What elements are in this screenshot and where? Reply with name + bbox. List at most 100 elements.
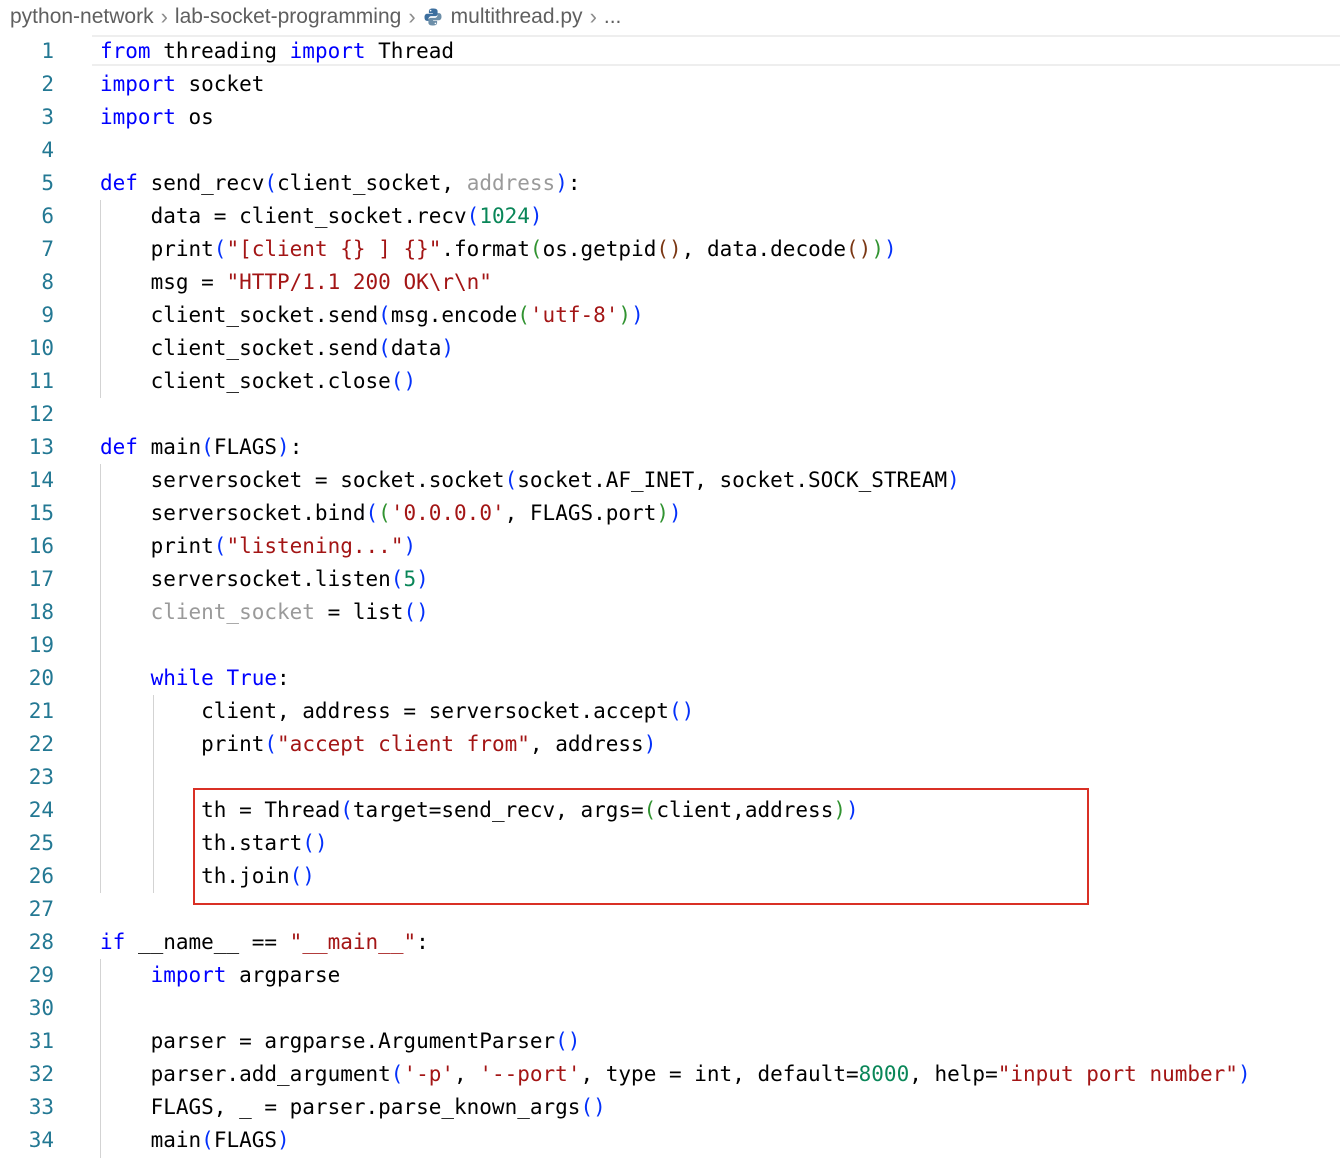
code-token: () bbox=[580, 1095, 606, 1119]
line-number: 15 bbox=[28, 501, 54, 525]
code-token: : bbox=[277, 666, 290, 690]
code-line[interactable]: 30 bbox=[0, 992, 1340, 1025]
code-token: = list bbox=[314, 600, 404, 624]
code-text: print("listening...") bbox=[100, 530, 417, 563]
code-token: address bbox=[466, 171, 556, 195]
code-line[interactable]: 28 if __name__ == "__main__": bbox=[0, 926, 1340, 959]
code-line[interactable]: 34 main(FLAGS) bbox=[0, 1124, 1340, 1157]
line-number: 12 bbox=[28, 402, 54, 426]
code-line[interactable]: 9 client_socket.send(msg.encode('utf-8')… bbox=[0, 299, 1340, 332]
code-text: parser.add_argument('-p', '--port', type… bbox=[100, 1058, 1251, 1091]
code-line[interactable]: 29 import argparse bbox=[0, 959, 1340, 992]
code-token: print bbox=[100, 237, 214, 261]
code-token: msg.encode bbox=[390, 303, 518, 327]
code-text: print("accept client from", address) bbox=[100, 728, 656, 761]
code-line[interactable]: 12 bbox=[0, 398, 1340, 431]
code-token: () bbox=[846, 237, 872, 261]
code-token: ) bbox=[277, 1128, 290, 1152]
code-line[interactable]: 7 print("[client {} ] {}".format(os.getp… bbox=[0, 233, 1340, 266]
code-token: ( bbox=[365, 501, 379, 525]
code-text: client_socket = list() bbox=[100, 596, 429, 629]
breadcrumb-folder-lab-socket-programming[interactable]: lab-socket-programming bbox=[175, 5, 401, 29]
code-line[interactable]: 3 import os bbox=[0, 101, 1340, 134]
code-token: () bbox=[390, 369, 417, 393]
code-line[interactable]: 13 def main(FLAGS): bbox=[0, 431, 1340, 464]
code-line[interactable]: 10 client_socket.send(data) bbox=[0, 332, 1340, 365]
code-line[interactable]: 1 from threading import Thread bbox=[0, 35, 1340, 68]
code-token: print bbox=[100, 732, 265, 756]
code-token: print bbox=[100, 534, 214, 558]
line-number: 23 bbox=[28, 765, 54, 789]
code-text: import argparse bbox=[100, 959, 341, 992]
code-line[interactable]: 17 serversocket.listen(5) bbox=[0, 563, 1340, 596]
code-token: def bbox=[100, 435, 138, 459]
code-token: ( bbox=[466, 204, 480, 228]
code-token: client_socket.send bbox=[100, 303, 379, 327]
code-line[interactable]: 20 while True: bbox=[0, 662, 1340, 695]
code-line[interactable]: 14 serversocket = socket.socket(socket.A… bbox=[0, 464, 1340, 497]
code-line[interactable]: 18 client_socket = list() bbox=[0, 596, 1340, 629]
code-token: parser.add_argument bbox=[100, 1062, 391, 1086]
code-token: ) bbox=[1237, 1062, 1251, 1086]
code-token: import bbox=[100, 105, 176, 129]
code-line[interactable]: 32 parser.add_argument('-p', '--port', t… bbox=[0, 1058, 1340, 1091]
code-token: , bbox=[454, 1062, 480, 1086]
code-token: , data.decode bbox=[681, 237, 847, 261]
code-line[interactable]: 11 client_socket.close() bbox=[0, 365, 1340, 398]
annotation-highlight-box bbox=[193, 788, 1089, 905]
code-line[interactable]: 16 print("listening...") bbox=[0, 530, 1340, 563]
code-line[interactable]: 8 msg = "HTTP/1.1 200 OK\r\n" bbox=[0, 266, 1340, 299]
code-token: send_recv bbox=[137, 171, 265, 195]
line-number: 17 bbox=[28, 567, 54, 591]
code-line[interactable]: 31 parser = argparse.ArgumentParser() bbox=[0, 1025, 1340, 1058]
code-line[interactable]: 15 serversocket.bind(('0.0.0.0', FLAGS.p… bbox=[0, 497, 1340, 530]
code-token: , help= bbox=[909, 1062, 998, 1086]
code-token: True bbox=[226, 666, 278, 690]
code-token: .format bbox=[441, 237, 530, 261]
line-number: 7 bbox=[41, 237, 54, 261]
code-token: socket.AF_INET, socket.SOCK_STREAM bbox=[517, 468, 948, 492]
breadcrumb-file-multithread[interactable]: multithread.py bbox=[451, 5, 583, 29]
code-token: parser = argparse.ArgumentParser bbox=[100, 1029, 556, 1053]
code-token: ) bbox=[555, 171, 568, 195]
breadcrumb-more[interactable]: ... bbox=[604, 5, 622, 29]
code-token: serversocket.bind bbox=[100, 501, 366, 525]
line-number: 11 bbox=[28, 369, 54, 393]
line-number: 5 bbox=[41, 171, 54, 195]
code-token: from bbox=[100, 39, 151, 63]
code-token: '-p' bbox=[403, 1062, 455, 1086]
code-token: ( bbox=[201, 435, 214, 459]
code-line[interactable]: 2 import socket bbox=[0, 68, 1340, 101]
code-line[interactable]: 22 print("accept client from", address) bbox=[0, 728, 1340, 761]
code-line[interactable]: 19 bbox=[0, 629, 1340, 662]
code-token: Thread bbox=[365, 39, 455, 63]
code-text: import socket bbox=[100, 68, 264, 101]
code-token: client_socket, bbox=[277, 171, 467, 195]
code-token: import bbox=[150, 963, 227, 987]
code-token: ) bbox=[883, 237, 897, 261]
code-editor[interactable]: 1 from threading import Thread 2 import soc… bbox=[0, 35, 1340, 1158]
code-token: ( bbox=[201, 1128, 214, 1152]
code-text: FLAGS, _ = parser.parse_known_args() bbox=[100, 1091, 606, 1124]
line-number: 25 bbox=[28, 831, 54, 855]
line-number: 1 bbox=[41, 39, 54, 63]
code-token: ( bbox=[378, 501, 391, 525]
line-number: 31 bbox=[28, 1029, 54, 1053]
code-token: ) bbox=[669, 501, 682, 525]
code-token: threading bbox=[150, 39, 290, 63]
code-line[interactable]: 6 data = client_socket.recv(1024) bbox=[0, 200, 1340, 233]
code-line[interactable]: 5 def send_recv(client_socket, address): bbox=[0, 167, 1340, 200]
code-line[interactable]: 4 bbox=[0, 134, 1340, 167]
line-number: 21 bbox=[28, 699, 54, 723]
code-text: while True: bbox=[100, 662, 290, 695]
line-number: 14 bbox=[28, 468, 54, 492]
code-line[interactable]: 21 client, address = serversocket.accept… bbox=[0, 695, 1340, 728]
code-token: client, address = serversocket.accept bbox=[100, 699, 669, 723]
code-token: import bbox=[289, 39, 366, 63]
code-line[interactable]: 33 FLAGS, _ = parser.parse_known_args() bbox=[0, 1091, 1340, 1124]
code-text: main(FLAGS) bbox=[100, 1124, 290, 1157]
code-token: "HTTP/1.1 200 OK\r\n" bbox=[226, 270, 492, 294]
breadcrumb-folder-python-network[interactable]: python-network bbox=[10, 5, 154, 29]
